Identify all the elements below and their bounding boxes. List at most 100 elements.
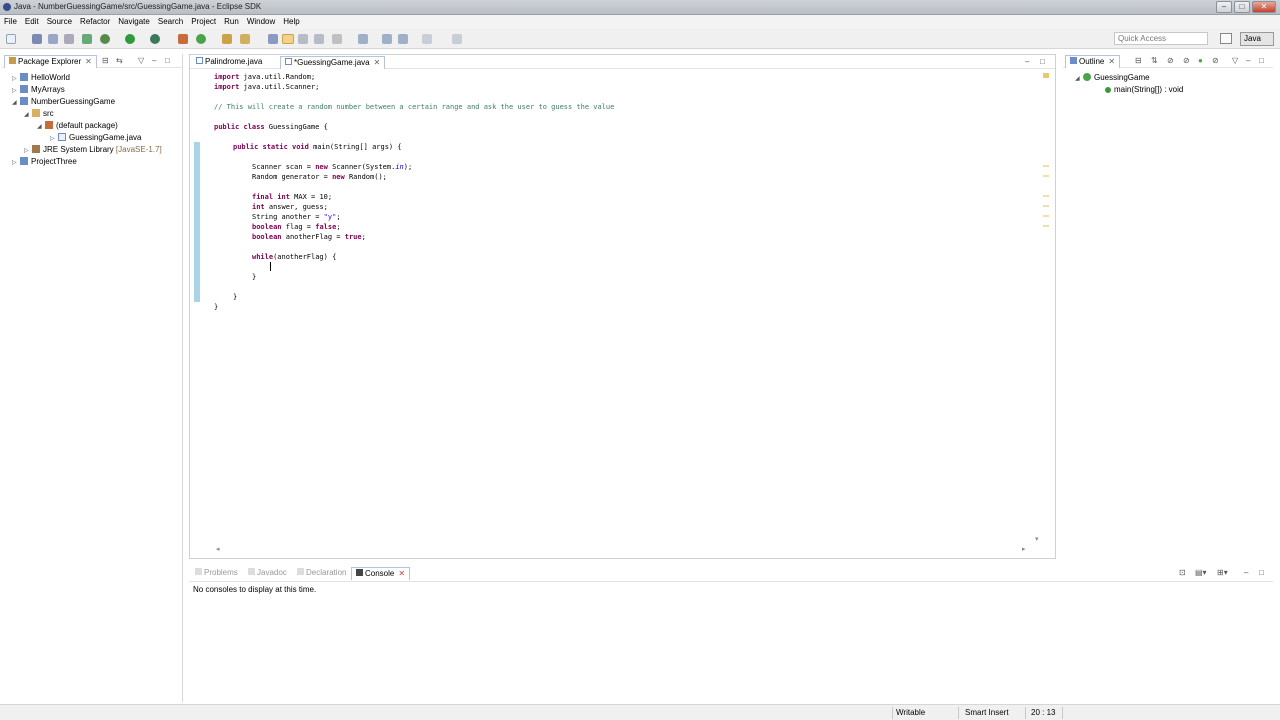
hide-static-icon[interactable]: ⊘ bbox=[1183, 56, 1190, 65]
menu-refactor[interactable]: Refactor bbox=[76, 15, 114, 28]
close-tab-icon[interactable]: ✕ bbox=[85, 57, 92, 66]
forward-icon[interactable] bbox=[422, 34, 432, 44]
expand-arrow-icon[interactable]: ▷ bbox=[12, 158, 20, 169]
code-line[interactable]: int answer, guess; bbox=[252, 202, 328, 212]
tab-console[interactable]: Console ✕ bbox=[351, 567, 411, 580]
open-perspective-icon[interactable] bbox=[1220, 33, 1232, 44]
skip-breakpoints-icon[interactable] bbox=[82, 34, 92, 44]
code-line[interactable]: boolean flag = false; bbox=[252, 222, 341, 232]
menu-navigate[interactable]: Navigate bbox=[114, 15, 154, 28]
pin-console-icon[interactable]: ⊡ bbox=[1179, 568, 1186, 577]
display-console-icon[interactable]: ▤▾ bbox=[1195, 568, 1207, 577]
tab-guessinggame-java[interactable]: *GuessingGame.java ✕ bbox=[280, 56, 386, 69]
next-edit-icon[interactable] bbox=[332, 34, 342, 44]
code-line[interactable]: Scanner scan = new Scanner(System.in); bbox=[252, 162, 412, 172]
code-line[interactable]: } bbox=[233, 292, 237, 302]
new-java-class-icon[interactable] bbox=[196, 34, 206, 44]
code-line[interactable]: import java.util.Scanner; bbox=[214, 82, 319, 92]
code-line[interactable]: String another = "y"; bbox=[252, 212, 341, 222]
collapse-arrow-icon[interactable]: ◢ bbox=[24, 110, 32, 121]
code-line[interactable]: } bbox=[252, 272, 256, 282]
maximize-view-icon[interactable]: □ bbox=[1259, 568, 1264, 577]
back-dropdown-icon[interactable] bbox=[398, 34, 408, 44]
overview-mark[interactable] bbox=[1043, 215, 1049, 217]
collapse-all-icon[interactable]: ⊟ bbox=[102, 56, 109, 65]
link-editor-icon[interactable]: ⇆ bbox=[116, 56, 123, 65]
menu-source[interactable]: Source bbox=[43, 15, 76, 28]
save-icon[interactable] bbox=[32, 34, 42, 44]
save-all-icon[interactable] bbox=[48, 34, 58, 44]
close-button[interactable]: ✕ bbox=[1252, 1, 1276, 13]
close-tab-icon[interactable]: ✕ bbox=[374, 58, 381, 67]
code-line[interactable]: boolean anotherFlag = true; bbox=[252, 232, 366, 242]
hide-nonpublic-icon[interactable]: ● bbox=[1198, 56, 1203, 65]
pin-editor-icon[interactable] bbox=[452, 34, 462, 44]
overview-mark[interactable] bbox=[1043, 225, 1049, 227]
mark-occurrences-icon[interactable] bbox=[282, 34, 294, 44]
collapse-arrow-icon[interactable]: ◢ bbox=[37, 122, 45, 133]
scroll-left-icon[interactable]: ◂ bbox=[216, 545, 220, 553]
quick-access-input[interactable]: Quick Access bbox=[1114, 32, 1208, 45]
maximize-view-icon[interactable]: □ bbox=[1259, 56, 1264, 65]
hide-local-types-icon[interactable]: ⊘ bbox=[1212, 56, 1219, 65]
code-line[interactable]: } bbox=[214, 302, 218, 312]
overview-warning-mark[interactable] bbox=[1043, 73, 1049, 78]
run-external-icon[interactable] bbox=[150, 34, 160, 44]
sort-icon[interactable]: ⇅ bbox=[1151, 56, 1158, 65]
debug-icon[interactable] bbox=[100, 34, 110, 44]
menu-run[interactable]: Run bbox=[220, 15, 243, 28]
maximize-button[interactable]: □ bbox=[1234, 1, 1250, 13]
overview-mark[interactable] bbox=[1043, 175, 1049, 177]
menu-file[interactable]: File bbox=[0, 15, 21, 28]
run-icon[interactable] bbox=[125, 34, 135, 44]
next-annotation-icon[interactable] bbox=[268, 34, 278, 44]
code-line[interactable]: Random generator = new Random(); bbox=[252, 172, 387, 182]
search-icon[interactable] bbox=[240, 34, 250, 44]
prev-edit-icon[interactable] bbox=[358, 34, 368, 44]
collapse-arrow-icon[interactable]: ◢ bbox=[1075, 74, 1083, 85]
scroll-down-icon[interactable]: ▾ bbox=[1035, 535, 1039, 543]
menu-edit[interactable]: Edit bbox=[21, 15, 43, 28]
tree-item-projectthree[interactable]: ▷ ProjectThree bbox=[12, 156, 77, 169]
minimize-view-icon[interactable]: – bbox=[1025, 57, 1029, 66]
maximize-view-icon[interactable]: □ bbox=[165, 56, 170, 65]
tab-palindrome-java[interactable]: Palindrome.java bbox=[192, 56, 266, 69]
status-insert-mode[interactable]: Smart Insert bbox=[965, 708, 1009, 717]
tab-outline[interactable]: Outline ✕ bbox=[1065, 55, 1121, 68]
print-icon[interactable] bbox=[64, 34, 74, 44]
view-menu-icon[interactable]: ▽ bbox=[1232, 56, 1238, 65]
code-line[interactable]: public class GuessingGame { bbox=[214, 122, 328, 132]
minimize-view-icon[interactable]: – bbox=[1244, 568, 1248, 577]
collapse-all-icon[interactable]: ⊟ bbox=[1135, 56, 1142, 65]
minimize-button[interactable]: – bbox=[1216, 1, 1232, 13]
view-menu-icon[interactable]: ▽ bbox=[138, 56, 144, 65]
menu-window[interactable]: Window bbox=[243, 15, 279, 28]
scroll-right-icon[interactable]: ▸ bbox=[1022, 545, 1026, 553]
tab-javadoc[interactable]: Javadoc bbox=[244, 567, 291, 580]
back-icon[interactable] bbox=[382, 34, 392, 44]
collapse-arrow-icon[interactable]: ◢ bbox=[12, 98, 20, 109]
tab-package-explorer[interactable]: Package Explorer ✕ bbox=[4, 55, 97, 68]
open-console-icon[interactable]: ⊞▾ bbox=[1217, 568, 1228, 577]
menu-project[interactable]: Project bbox=[187, 15, 220, 28]
code-comment[interactable]: // This will create a random number betw… bbox=[214, 102, 614, 112]
tab-problems[interactable]: Problems bbox=[191, 567, 242, 580]
overview-mark[interactable] bbox=[1043, 195, 1049, 197]
tab-declaration[interactable]: Declaration bbox=[293, 567, 350, 580]
minimize-view-icon[interactable]: – bbox=[1246, 56, 1250, 65]
new-java-package-icon[interactable] bbox=[178, 34, 188, 44]
new-icon[interactable] bbox=[6, 34, 16, 44]
overview-mark[interactable] bbox=[1043, 205, 1049, 207]
code-line[interactable]: public static void main(String[] args) { bbox=[233, 142, 402, 152]
block-selection-icon[interactable] bbox=[298, 34, 308, 44]
code-line[interactable]: final int MAX = 10; bbox=[252, 192, 332, 202]
hide-fields-icon[interactable]: ⊘ bbox=[1167, 56, 1174, 65]
code-line[interactable]: while(anotherFlag) { bbox=[252, 252, 336, 262]
fold-marker-icon[interactable] bbox=[193, 72, 198, 80]
minimize-view-icon[interactable]: – bbox=[152, 56, 156, 65]
open-type-icon[interactable] bbox=[222, 34, 232, 44]
overview-mark[interactable] bbox=[1043, 165, 1049, 167]
close-tab-icon[interactable]: ✕ bbox=[398, 569, 405, 578]
code-line[interactable]: import java.util.Random; bbox=[214, 72, 315, 82]
java-perspective-button[interactable]: Java bbox=[1240, 32, 1274, 46]
